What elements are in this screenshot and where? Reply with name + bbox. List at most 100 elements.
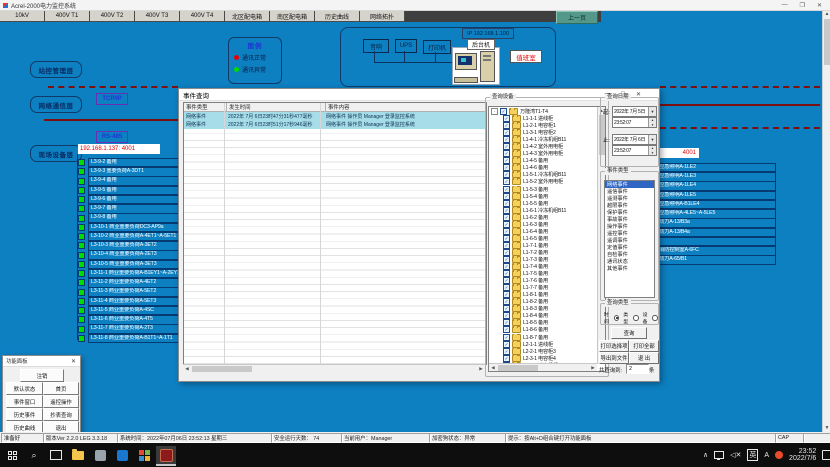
checkbox-checked-icon[interactable]: ✓	[503, 235, 510, 242]
checkbox-checked-icon[interactable]: ✓	[503, 200, 510, 207]
column-header-content[interactable]: 事件内容	[326, 103, 486, 111]
taskbar-app-3[interactable]	[134, 446, 154, 464]
device-label[interactable]: L3-9-8 备用	[88, 213, 182, 223]
device-label[interactable]: 消防控制室A-6FC	[646, 246, 776, 256]
taskbar-app-2[interactable]	[112, 446, 132, 464]
tree-item[interactable]: ✓ L1-4-3 室外用电柜	[491, 150, 597, 157]
device-label[interactable]: L3-10-1 商业重要负荷DC3-AP9a	[88, 223, 182, 233]
tree-item[interactable]: ✓ L1-5-1 冷冻机组B11	[491, 171, 597, 178]
start-button[interactable]	[2, 446, 22, 464]
tree-item[interactable]: ✓ L1-7-7 备用	[491, 284, 597, 291]
radio-circle-icon[interactable]	[652, 315, 658, 322]
tray-clock[interactable]: 23:52 2022/7/6	[789, 448, 816, 462]
checkbox-checked-icon[interactable]: ✓	[503, 178, 510, 185]
checkbox-checked-icon[interactable]: ✓	[503, 221, 510, 228]
checkbox-checked-icon[interactable]: ✓	[503, 341, 510, 348]
tree-item[interactable]: ✓ L2-2-1 电容柜3	[491, 348, 597, 355]
checkbox-checked-icon[interactable]: ✓	[503, 355, 510, 362]
device-label[interactable]: L3-10-4 商业重要负荷A-2ET3	[88, 250, 182, 260]
device-label[interactable]: L3-11-6 商业重要负荷A-4T5	[88, 315, 182, 325]
tree-item[interactable]: ✓ L1-6-5 备用	[491, 235, 597, 242]
tree-root-item[interactable]: - ✓ 万隆湾T1-T4	[491, 108, 597, 115]
tree-item[interactable]: ✓ L1-5-5 备用	[491, 200, 597, 207]
scrollbar-thumb[interactable]	[498, 365, 538, 371]
tree-item[interactable]: ✓ L1-6-4 备用	[491, 228, 597, 235]
taskbar-app-active[interactable]	[156, 446, 176, 466]
device-label[interactable]: L3-11-1 商业重要负荷A-B1EY1~A-2EY1	[88, 269, 182, 279]
tree-item[interactable]: ✓ L1-4-1 冷冻机组B11	[491, 136, 597, 143]
scroll-down-icon[interactable]: ▼	[823, 424, 830, 432]
close-icon[interactable]: ✕	[71, 358, 76, 365]
query-button[interactable]: 查询	[611, 327, 647, 339]
checkbox-checked-icon[interactable]: ✓	[503, 256, 510, 263]
checkbox-checked-icon[interactable]: ✓	[503, 157, 510, 164]
collapse-icon[interactable]: -	[491, 108, 498, 115]
radio-option[interactable]: 类型	[623, 311, 638, 325]
page-tab[interactable]: 历史曲线	[315, 10, 360, 22]
tree-item[interactable]: ✓ L2-3-1 电容柜4	[491, 355, 597, 362]
tree-item[interactable]: ✓ L1-1-1 进线柜	[491, 115, 597, 122]
checkbox-checked-icon[interactable]: ✓	[503, 277, 510, 284]
page-tab[interactable]: 10kV	[0, 10, 45, 22]
tree-item[interactable]: ✓ L1-6-2 备用	[491, 214, 597, 221]
chevron-down-icon[interactable]: ▼	[648, 135, 656, 144]
meter-query-button[interactable]: 抄表查询	[43, 408, 79, 421]
event-type-option[interactable]: 事故事件	[605, 216, 654, 223]
previous-page-button[interactable]: 上一页	[556, 11, 598, 24]
tree-item[interactable]: ✓ L1-7-6 备用	[491, 277, 597, 284]
event-type-option[interactable]: 操作事件	[605, 223, 654, 230]
tree-item[interactable]: ✓ L1-7-3 备用	[491, 256, 597, 263]
tree-item[interactable]: ✓ L1-6-3 备用	[491, 221, 597, 228]
tree-item[interactable]: ✓ L1-3-1 电容柜2	[491, 129, 597, 136]
device-label[interactable]: L3-10-5 商业重要负荷A-3ET3	[88, 260, 182, 270]
device-label[interactable]: L3-11-5 商业重要负荷A-4SC	[88, 306, 182, 316]
device-label[interactable]: L3-9-4 备用	[88, 176, 182, 186]
event-window-button[interactable]: 事件窗口	[6, 395, 43, 408]
device-label[interactable]: L3-9-3 重要负荷A-3DT1	[88, 167, 182, 177]
tree-item[interactable]: ✓ L1-8-5 备用	[491, 319, 597, 326]
tray-app-icon[interactable]	[775, 451, 783, 459]
page-tab[interactable]: 400V T2	[90, 10, 135, 22]
spin-down-icon[interactable]: ▼	[649, 123, 656, 128]
checkbox-checked-icon[interactable]: ✓	[503, 193, 510, 200]
tree-item[interactable]: ✓ L1-8-3 备用	[491, 305, 597, 312]
speaker-muted-icon[interactable]: ◁✕	[730, 451, 741, 459]
scroll-left-icon[interactable]: ◀	[489, 364, 497, 371]
checkbox-checked-icon[interactable]: ✓	[503, 312, 510, 319]
device-label[interactable]: L3-10-3 商业重要负荷A-3ET2	[88, 241, 182, 251]
export-button[interactable]: 导出到文件	[599, 352, 629, 364]
event-type-option[interactable]: 定值事件	[605, 244, 654, 251]
checkbox-checked-icon[interactable]: ✓	[503, 122, 510, 129]
tree-item[interactable]: ✓ L1-8-6 备用	[491, 326, 597, 333]
logout-button[interactable]: 注销	[20, 369, 64, 382]
checkbox-checked-icon[interactable]: ✓	[500, 108, 507, 115]
device-label[interactable]: L3-11-3 商业重要负荷A-5ET2	[88, 287, 182, 297]
checkbox-checked-icon[interactable]: ✓	[503, 263, 510, 270]
scroll-right-icon[interactable]: ▶	[477, 366, 485, 373]
event-type-option[interactable]: 遥测事件	[605, 195, 654, 202]
tree-item[interactable]: ✓ L1-4-2 室外用电柜	[491, 143, 597, 150]
event-type-option[interactable]: 遥控事件	[605, 230, 654, 237]
device-label[interactable]: 动力A-13/B4a	[646, 228, 776, 238]
checkbox-checked-icon[interactable]: ✓	[503, 150, 510, 157]
checkbox-checked-icon[interactable]: ✓	[503, 214, 510, 221]
device-label[interactable]: 应急照明A-4LE5~A-5LE5	[646, 209, 776, 219]
tree-item[interactable]: ✓ L1-7-1 备用	[491, 242, 597, 249]
checkbox-checked-icon[interactable]: ✓	[503, 348, 510, 355]
scroll-right-icon[interactable]: ▶	[589, 364, 597, 371]
column-header-type[interactable]: 事件类型	[184, 103, 227, 111]
device-label[interactable]: L3-9-5 备用	[88, 186, 182, 196]
taskbar-app-1[interactable]	[90, 446, 110, 464]
tree-item[interactable]: ✓ L1-7-2 备用	[491, 249, 597, 256]
checkbox-checked-icon[interactable]: ✓	[503, 171, 510, 178]
device-label[interactable]: L3-9-2 备用	[88, 158, 182, 168]
close-button[interactable]: ✕	[817, 2, 822, 9]
tree-item[interactable]: ✓ L1-8-7 备用	[491, 334, 597, 341]
to-time-spinner[interactable]: 23:52:07 ▲▼	[612, 145, 657, 156]
checkbox-checked-icon[interactable]: ✓	[503, 164, 510, 171]
tree-item[interactable]: ✓ L1-6-1 冷冻机组B11	[491, 207, 597, 214]
checkbox-checked-icon[interactable]: ✓	[503, 298, 510, 305]
device-label[interactable]: L3-9-6 备用	[88, 195, 182, 205]
tree-item[interactable]: ✓ L1-7-4 备用	[491, 263, 597, 270]
scrollbar-thumb[interactable]	[192, 366, 252, 372]
